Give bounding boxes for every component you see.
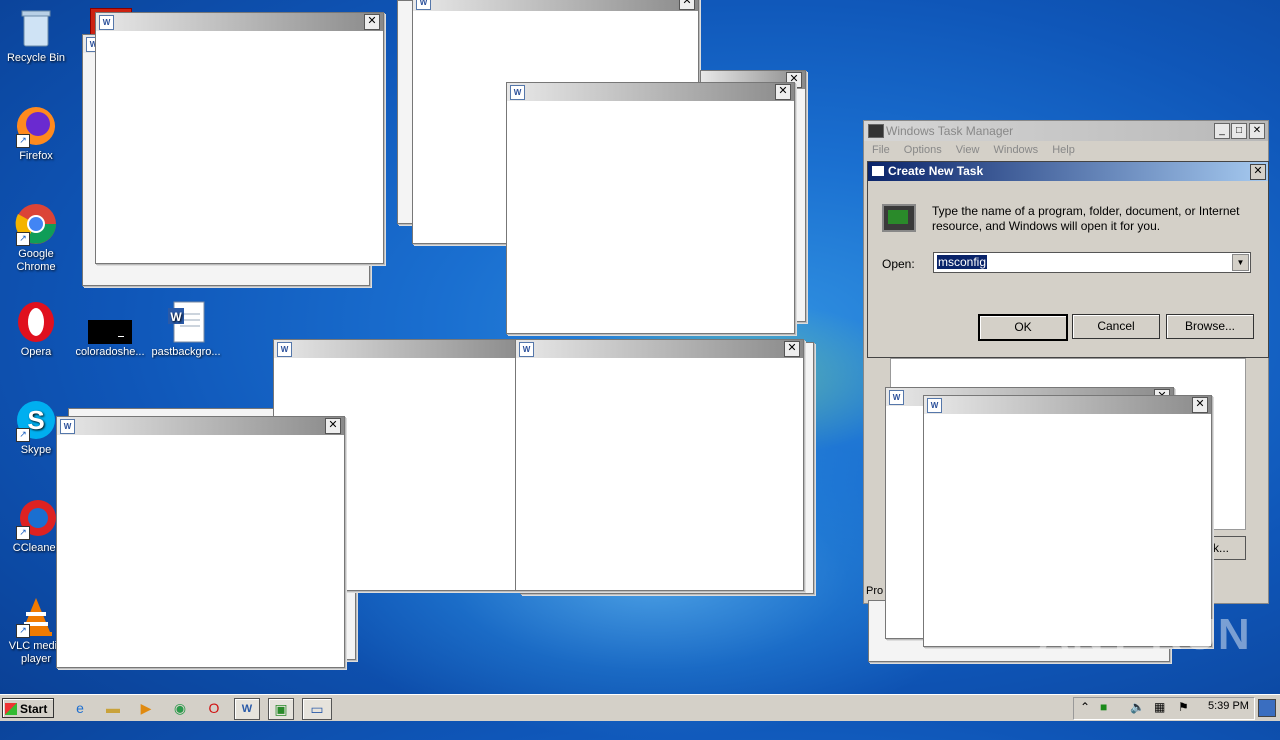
word-window[interactable]: W✕ bbox=[506, 82, 795, 334]
chevron-down-icon[interactable]: ▼ bbox=[1232, 254, 1249, 271]
task-manager-tray-icon[interactable]: ■ bbox=[1100, 700, 1107, 714]
network-icon[interactable]: ▦ bbox=[1154, 700, 1165, 714]
start-button[interactable]: Start bbox=[2, 698, 54, 718]
word-icon: W bbox=[927, 398, 942, 413]
word-icon: W bbox=[889, 390, 904, 405]
desktop-icon-label: Google Chrome bbox=[16, 248, 56, 273]
desktop-icon-firefox[interactable]: ↗ Firefox bbox=[0, 104, 72, 163]
close-icon[interactable]: ✕ bbox=[775, 84, 791, 100]
close-icon[interactable]: ✕ bbox=[364, 14, 380, 30]
clock[interactable]: 5:39 PM bbox=[1208, 700, 1249, 712]
word-icon: W bbox=[416, 0, 431, 10]
anyrun-watermark: ANY RUN bbox=[1038, 610, 1252, 659]
desktop-icon-opera[interactable]: Opera bbox=[0, 300, 72, 359]
create-new-task-dialog[interactable]: Create New Task ✕ Type the name of a pro… bbox=[867, 161, 1269, 358]
open-input-value[interactable]: msconfig bbox=[937, 255, 988, 269]
opera-icon bbox=[14, 300, 58, 344]
desktop-icon-label: pastbackgro... bbox=[151, 346, 221, 358]
word-task-button[interactable]: W bbox=[234, 698, 260, 720]
window-titlebar[interactable]: W✕ bbox=[413, 0, 698, 11]
task-manager-menubar: File Options View Windows Help bbox=[864, 141, 1268, 159]
menu-options[interactable]: Options bbox=[904, 144, 942, 156]
task-manager-titlebar[interactable]: Windows Task Manager _ □ ✕ bbox=[864, 121, 1268, 141]
close-icon[interactable]: ✕ bbox=[1250, 164, 1266, 180]
run-dialog-task-button[interactable]: ▭ bbox=[302, 698, 332, 720]
skype-icon: S ↗ bbox=[14, 398, 58, 442]
desktop-icon-recycle-bin[interactable]: Recycle Bin bbox=[0, 6, 72, 65]
minimize-icon[interactable]: _ bbox=[1214, 123, 1230, 139]
chevron-up-icon[interactable]: ⌃ bbox=[1080, 700, 1090, 714]
window-titlebar[interactable]: W✕ bbox=[96, 13, 383, 31]
firefox-icon: ↗ bbox=[14, 104, 58, 148]
menu-view[interactable]: View bbox=[956, 144, 980, 156]
menu-windows[interactable]: Windows bbox=[994, 144, 1039, 156]
open-combobox[interactable]: msconfig ▼ bbox=[933, 252, 1251, 273]
close-icon[interactable]: ✕ bbox=[679, 0, 695, 10]
taskbar: Start e ▬ ▶ ◉ O W ▣ ▭ ⌃ ■ 🔈 ▦ ⚑ 5:39 PM bbox=[0, 694, 1280, 721]
task-manager-title: Windows Task Manager bbox=[886, 124, 1014, 138]
ok-button[interactable]: OK bbox=[978, 314, 1068, 341]
desktop-icon-label: Recycle Bin bbox=[6, 52, 66, 64]
desktop-icon-pastbackgro[interactable]: W pastbackgro... bbox=[150, 300, 222, 359]
shortcut-arrow-icon: ↗ bbox=[16, 526, 30, 540]
chrome-icon: ↗ bbox=[14, 202, 58, 246]
open-label: Open: bbox=[882, 257, 915, 271]
window-titlebar[interactable]: W✕ bbox=[57, 417, 344, 435]
desktop-icon-label: coloradoshe... bbox=[75, 346, 145, 358]
window-titlebar[interactable]: W✕ bbox=[507, 83, 794, 101]
flag-icon[interactable]: ⚑ bbox=[1178, 700, 1189, 714]
word-icon: W bbox=[60, 419, 75, 434]
windows-logo-icon bbox=[5, 703, 17, 715]
close-icon[interactable]: ✕ bbox=[325, 418, 341, 434]
opera-taskbar-icon[interactable]: O bbox=[202, 698, 226, 718]
browse-button[interactable]: Browse... bbox=[1166, 314, 1254, 339]
dialog-description: Type the name of a program, folder, docu… bbox=[932, 204, 1240, 233]
dialog-titlebar[interactable]: Create New Task ✕ bbox=[868, 162, 1268, 181]
word-document-icon: W bbox=[164, 300, 208, 344]
internet-explorer-icon[interactable]: e bbox=[68, 698, 92, 718]
task-manager-icon bbox=[868, 124, 884, 138]
menu-file[interactable]: File bbox=[872, 144, 890, 156]
ccleaner-icon: ↗ bbox=[14, 496, 58, 540]
word-icon: W bbox=[99, 15, 114, 30]
speaker-icon[interactable]: 🔈 bbox=[1130, 700, 1145, 714]
task-manager-task-button[interactable]: ▣ bbox=[268, 698, 294, 720]
chrome-taskbar-icon[interactable]: ◉ bbox=[168, 698, 192, 718]
menu-help[interactable]: Help bbox=[1052, 144, 1075, 156]
media-player-icon[interactable]: ▶ bbox=[134, 698, 158, 718]
cancel-button[interactable]: Cancel bbox=[1072, 314, 1160, 339]
desktop-icon-label: Firefox bbox=[19, 150, 53, 162]
close-icon[interactable]: ✕ bbox=[1192, 397, 1208, 413]
show-desktop-button[interactable] bbox=[1258, 699, 1276, 717]
shortcut-arrow-icon: ↗ bbox=[16, 232, 30, 246]
shortcut-arrow-icon: ↗ bbox=[16, 134, 30, 148]
start-label: Start bbox=[20, 702, 48, 716]
run-program-icon bbox=[882, 204, 916, 232]
close-icon[interactable]: ✕ bbox=[784, 341, 800, 357]
word-window[interactable]: W✕ bbox=[515, 339, 804, 591]
svg-text:W: W bbox=[170, 310, 182, 324]
desktop-icon-coloradoshe[interactable]: coloradoshe... bbox=[74, 300, 146, 359]
word-icon: W bbox=[519, 342, 534, 357]
task-manager-status: Pro bbox=[866, 585, 884, 597]
black-file-icon bbox=[88, 300, 132, 344]
word-icon: W bbox=[510, 85, 525, 100]
window-titlebar[interactable]: W bbox=[274, 340, 524, 358]
folder-icon[interactable]: ▬ bbox=[101, 698, 125, 718]
vlc-icon: ↗ bbox=[14, 594, 58, 638]
window-titlebar[interactable]: W✕ bbox=[924, 396, 1211, 414]
shortcut-arrow-icon: ↗ bbox=[16, 428, 30, 442]
shortcut-arrow-icon: ↗ bbox=[16, 624, 30, 638]
close-icon[interactable]: ✕ bbox=[1249, 123, 1265, 139]
dialog-title: Create New Task bbox=[888, 164, 984, 178]
word-icon: W bbox=[277, 342, 292, 357]
recycle-bin-icon bbox=[14, 6, 58, 50]
word-window[interactable]: W✕ bbox=[56, 416, 345, 668]
run-icon bbox=[872, 166, 884, 176]
desktop-icon-chrome[interactable]: ↗ Google Chrome bbox=[0, 202, 72, 274]
word-window[interactable]: W✕ bbox=[95, 12, 384, 264]
window-titlebar[interactable]: W✕ bbox=[516, 340, 803, 358]
desktop-icon-label: Opera bbox=[20, 346, 52, 358]
maximize-icon[interactable]: □ bbox=[1231, 123, 1247, 139]
